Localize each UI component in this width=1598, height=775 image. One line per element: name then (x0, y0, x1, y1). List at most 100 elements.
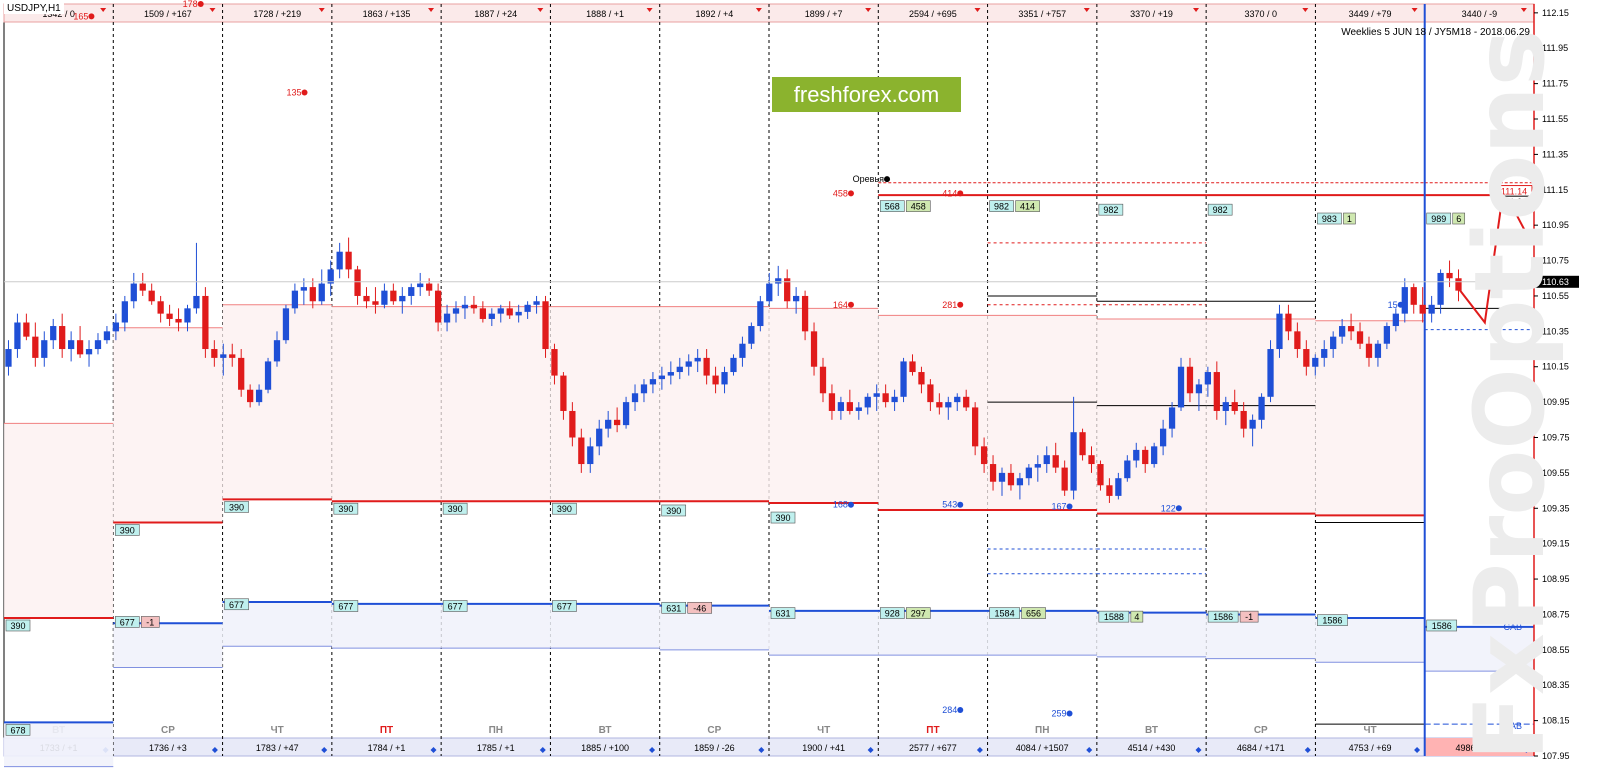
candle-body (649, 379, 657, 385)
candle-body (1204, 372, 1212, 385)
candle-body (1401, 287, 1408, 314)
candle-body (479, 308, 486, 319)
candle-body (739, 343, 746, 358)
axis-tick-label: 111.15 (1542, 185, 1568, 195)
candle-body (721, 372, 728, 385)
axis-tick-label: 111.35 (1542, 149, 1568, 159)
axis-tick-label: 110.15 (1542, 362, 1569, 372)
top-stat-label: 3370 / 0 (1245, 9, 1278, 19)
candle-body (67, 340, 75, 350)
candle-body (1016, 478, 1024, 486)
day-name-label: ЧТ (271, 725, 284, 736)
level-label-text: 983 (1322, 214, 1337, 224)
candle-body (909, 361, 916, 373)
candle-body (1276, 313, 1283, 350)
candle-body (766, 283, 773, 302)
freshforex-brand-link[interactable]: freshforex.com (772, 77, 961, 112)
candle-body (1213, 372, 1220, 411)
candle-body (936, 402, 943, 408)
candle-body (1124, 460, 1131, 479)
candle-body (542, 301, 549, 350)
annotation-label: 281 (942, 300, 957, 310)
annotation-label: 122 (1161, 503, 1176, 513)
candle-body (954, 396, 961, 403)
axis-tick-label: 108.55 (1542, 645, 1570, 655)
candle-body (846, 402, 853, 411)
candle-body (1303, 349, 1310, 367)
candle-body (1070, 432, 1077, 491)
call-range-shade (769, 308, 879, 503)
level-label-text: 390 (775, 513, 790, 523)
candle-body (23, 322, 30, 337)
candle-body (605, 419, 612, 429)
axis-tick-label: 108.95 (1542, 574, 1570, 584)
candle-body (927, 384, 934, 403)
candle-body (1052, 455, 1059, 468)
level-label-text: 677 (448, 602, 463, 612)
level-label-text: 677 (557, 602, 572, 612)
candle-body (945, 402, 952, 408)
candle-body (461, 304, 469, 309)
level-label-text: 631 (775, 609, 790, 619)
candle-body (247, 389, 254, 403)
candle-body (596, 428, 603, 447)
candle-body (900, 361, 907, 397)
top-stat-label: 1509 / +167 (144, 9, 192, 19)
candle-body (14, 322, 21, 350)
candle-body (59, 326, 66, 350)
candle-body (972, 407, 979, 447)
annotation-dot (847, 501, 854, 508)
candle-body (1079, 432, 1086, 456)
call-range-shade (878, 315, 988, 511)
candle-body (470, 304, 478, 309)
candle-body (220, 354, 227, 358)
axis-tick-label: 110.75 (1542, 256, 1569, 266)
level-label-text: 568 (885, 202, 900, 212)
candle-body (238, 357, 245, 390)
annotation-label: 165 (73, 11, 88, 21)
top-stat-label: 1863 / +135 (363, 9, 411, 19)
top-stat-label: 3370 / +19 (1130, 9, 1173, 19)
candle-body (640, 384, 648, 394)
candle-body (291, 290, 299, 309)
day-name-label: СР (161, 725, 175, 736)
candle-body (1419, 304, 1426, 314)
candle-body (282, 308, 290, 341)
level-label-text: 1584 (995, 609, 1015, 619)
annotation-label: Оревья (853, 174, 884, 184)
put-range-shade (113, 623, 223, 668)
candle-body (1446, 272, 1453, 279)
bottom-stat-label: 1784 / +1 (368, 743, 406, 753)
top-stat-label: 1899 / +7 (805, 9, 843, 19)
candle-body (112, 322, 120, 332)
candle-body (855, 407, 862, 411)
candle-body (515, 311, 522, 316)
axis-tick-label: 109.75 (1542, 433, 1570, 443)
level-label-text: 677 (338, 602, 353, 612)
candle-body (309, 287, 316, 302)
candle-body (139, 283, 146, 291)
candle-body (175, 318, 182, 323)
candle-body (1231, 402, 1238, 411)
annotation-label: 135 (287, 87, 302, 97)
axis-tick-label: 109.55 (1542, 468, 1570, 478)
candle-body (211, 349, 218, 358)
candle-body (551, 349, 558, 376)
level-label-text: 677 (229, 600, 244, 610)
axis-tick-label: 110.55 (1542, 291, 1569, 301)
call-range-shade (550, 306, 660, 502)
candle-body (103, 331, 111, 341)
top-stat-label: 3449 / +79 (1349, 9, 1392, 19)
annotation-dot (884, 176, 891, 183)
put-range-shade (1424, 626, 1534, 672)
price-chart[interactable]: 1342 / 0 1509 / +167 1728 / +219 1863 / +13… (0, 0, 1598, 775)
level-label-text: -1 (1245, 612, 1253, 622)
bottom-stat-label: 4753 / +69 (1349, 743, 1392, 753)
candle-body (399, 295, 406, 302)
candle-body (1356, 331, 1364, 344)
candle-body (32, 336, 39, 358)
annotation-dot (1397, 301, 1404, 308)
candle-body (1392, 313, 1399, 327)
axis-tick-label: 110.35 (1542, 326, 1569, 336)
candle-body (667, 372, 674, 376)
